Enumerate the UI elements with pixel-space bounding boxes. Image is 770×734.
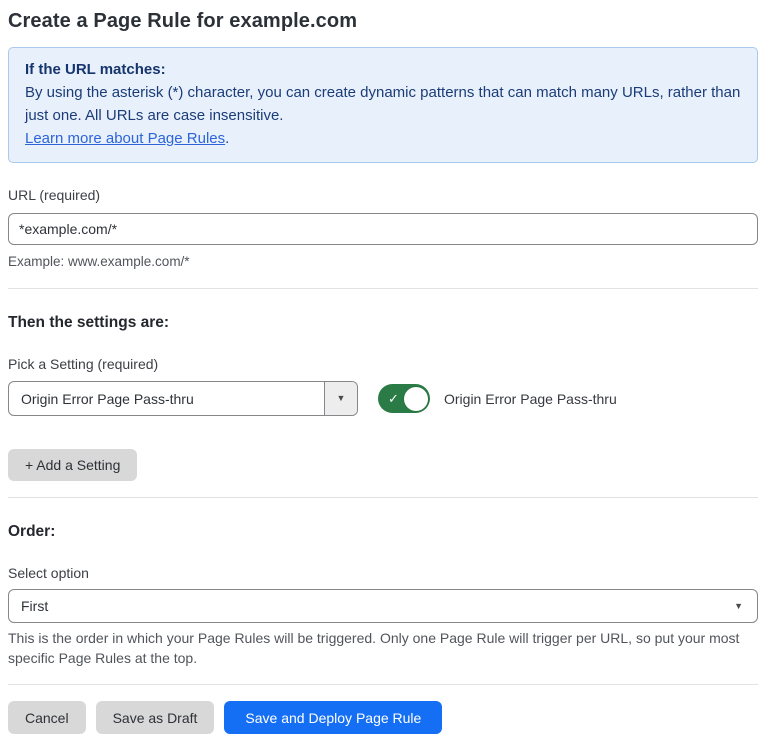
url-match-info-box: If the URL matches: By using the asteris…	[8, 47, 758, 163]
setting-row: Pick a Setting (required) Origin Error P…	[8, 332, 758, 416]
cancel-button[interactable]: Cancel	[8, 701, 86, 734]
create-page-rule-form: Create a Page Rule for example.com If th…	[0, 0, 770, 734]
setting-dropdown[interactable]: Origin Error Page Pass-thru ▼	[8, 381, 358, 416]
setting-toggle-group: ✓ Origin Error Page Pass-thru	[378, 384, 617, 413]
setting-dropdown-value: Origin Error Page Pass-thru	[21, 390, 194, 407]
setting-toggle[interactable]: ✓	[378, 384, 430, 413]
divider	[8, 288, 758, 289]
order-select-value: First	[21, 598, 49, 614]
select-option-label: Select option	[8, 565, 89, 581]
order-heading: Order:	[8, 523, 56, 540]
add-setting-button[interactable]: + Add a Setting	[8, 449, 138, 481]
order-select[interactable]: First ▼	[8, 589, 758, 623]
toggle-knob	[403, 386, 428, 411]
chevron-down-icon: ▼	[734, 600, 743, 611]
divider	[8, 497, 758, 498]
form-footer: Cancel Save as Draft Save and Deploy Pag…	[8, 701, 758, 734]
info-box-body: By using the asterisk (*) character, you…	[25, 84, 741, 124]
check-icon: ✓	[388, 390, 399, 406]
chevron-down-icon: ▼	[336, 393, 346, 403]
url-input[interactable]	[8, 213, 758, 245]
save-deploy-button[interactable]: Save and Deploy Page Rule	[224, 701, 443, 734]
info-box-link-line: Learn more about Page Rules.	[25, 127, 741, 150]
setting-picker: Pick a Setting (required) Origin Error P…	[8, 332, 358, 416]
divider	[8, 684, 758, 685]
url-label: URL (required)	[8, 187, 101, 203]
info-box-heading: If the URL matches:	[25, 61, 166, 78]
pick-setting-label: Pick a Setting (required)	[8, 356, 159, 372]
setting-toggle-label: Origin Error Page Pass-thru	[444, 390, 617, 407]
save-draft-button[interactable]: Save as Draft	[95, 701, 215, 734]
order-help-text: This is the order in which your Page Rul…	[8, 630, 740, 666]
settings-heading: Then the settings are:	[8, 314, 170, 331]
link-suffix: .	[225, 130, 230, 147]
setting-dropdown-arrow-button[interactable]: ▼	[324, 382, 357, 415]
page-title: Create a Page Rule for example.com	[8, 10, 358, 32]
learn-more-link[interactable]: Learn more about Page Rules	[25, 130, 225, 147]
url-example-text: Example: www.example.com/*	[8, 254, 190, 269]
